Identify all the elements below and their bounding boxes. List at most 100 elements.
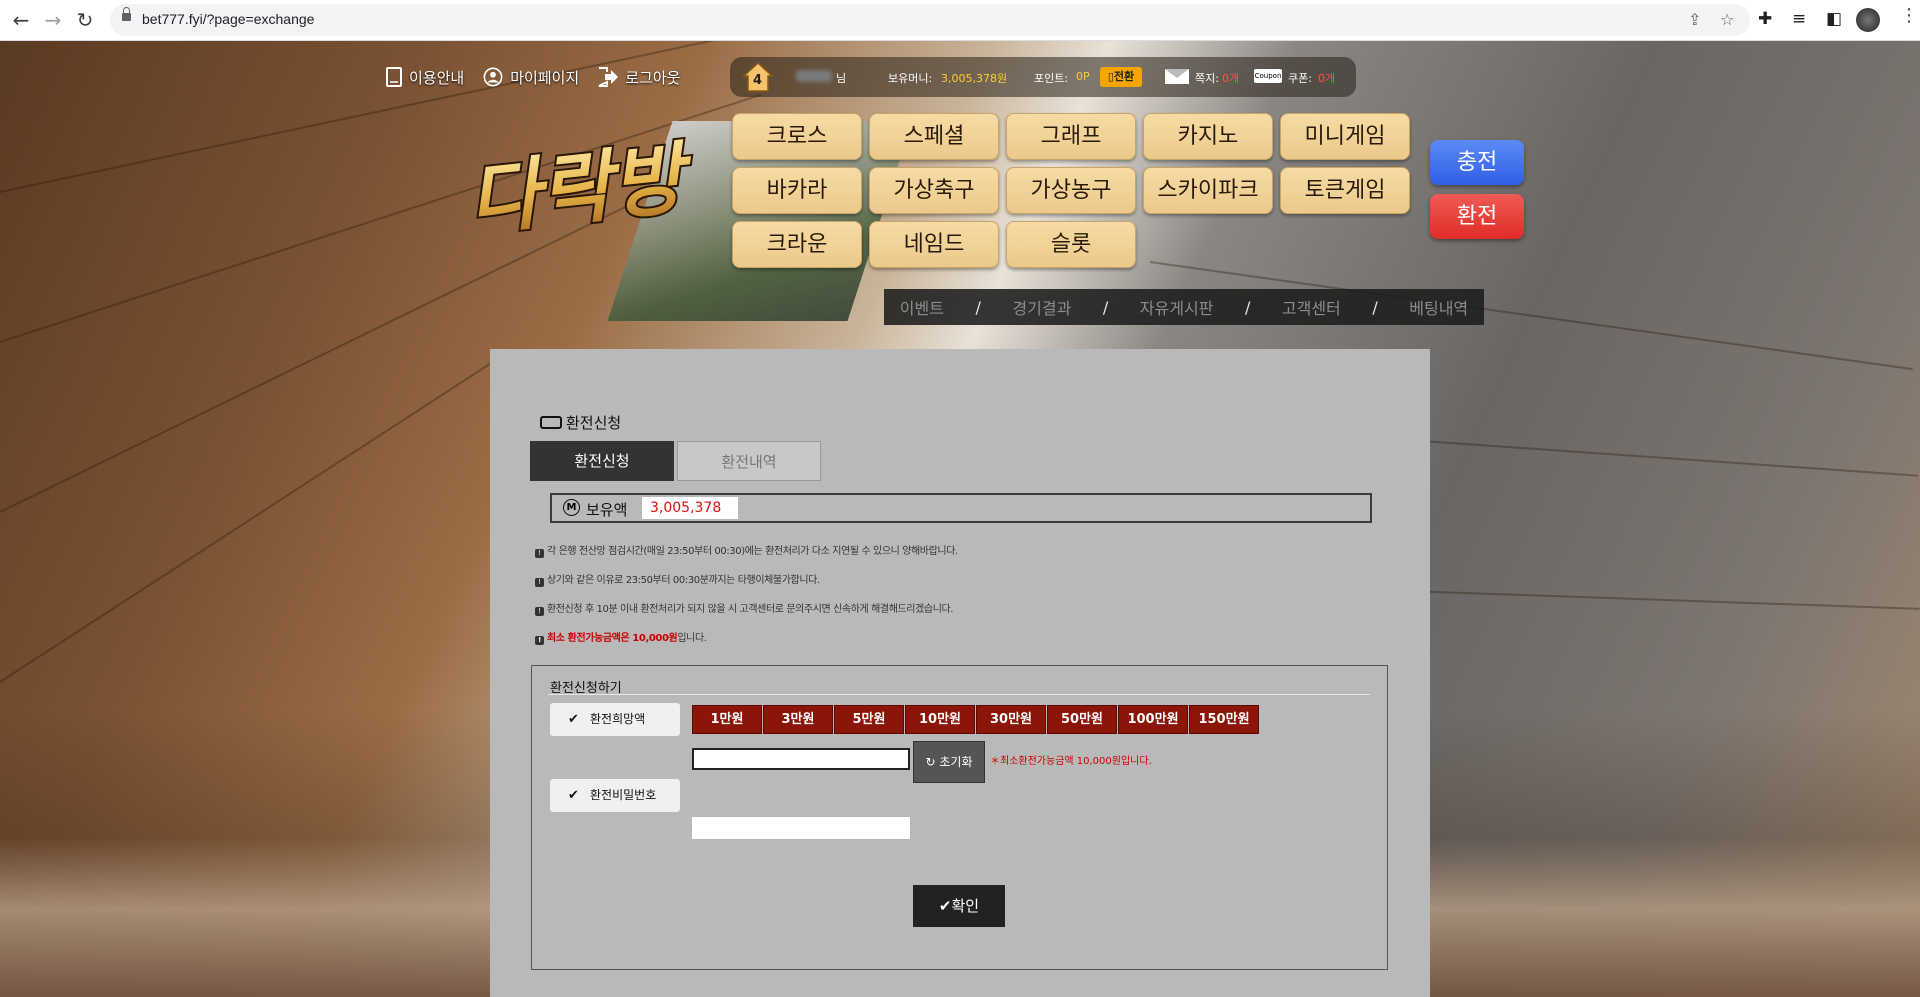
notice-bullet-icon: ! xyxy=(535,636,544,645)
media-queue-icon[interactable]: ≡ xyxy=(1792,9,1806,29)
subnav-separator: / xyxy=(1244,297,1251,317)
amount-button-1-5m[interactable]: 150만원 xyxy=(1189,705,1259,734)
exchange-password-input[interactable] xyxy=(692,817,910,839)
form-divider xyxy=(548,694,1370,695)
back-arrow-icon[interactable]: ← xyxy=(8,8,34,32)
game-button-token-game[interactable]: 토큰게임 xyxy=(1280,167,1410,214)
notice-line: ! 상기와 같은 이유로 23:50부터 00:30분까지는 타행이체불가합니다. xyxy=(535,571,820,587)
game-button-special[interactable]: 스페셜 xyxy=(869,113,999,160)
refresh-icon: ↻ xyxy=(925,755,940,769)
game-button-cross[interactable]: 크로스 xyxy=(732,113,862,160)
balance-value: 3,005,378 xyxy=(642,497,738,519)
notice-line: ! 각 은행 전산망 점검시간(매일 23:50부터 00:30)에는 환전처리가… xyxy=(535,542,958,558)
notice-text: 환전신청 후 10분 이내 환전처리가 되지 않을 시 고객센터로 문의주시면 … xyxy=(547,604,954,615)
guide-link[interactable]: 이용안내 xyxy=(385,65,464,89)
notice-min-suffix: 입니다. xyxy=(677,633,707,644)
coupon-count[interactable]: 0개 xyxy=(1318,70,1335,86)
subnav-event[interactable]: 이벤트 xyxy=(900,295,944,319)
address-bar[interactable]: bet777.fyi/?page=exchange ⇪ ☆ xyxy=(110,4,1750,36)
check-icon: ✔ xyxy=(568,788,579,803)
browser-toolbar: ← → ↻ bet777.fyi/?page=exchange ⇪ ☆ ✚ ≡ … xyxy=(0,0,1920,41)
game-button-graph[interactable]: 그래프 xyxy=(1006,113,1136,160)
min-amount-note: ＊최소환전가능금액 10,000원입니다. xyxy=(990,756,1152,767)
amount-button-30k[interactable]: 3만원 xyxy=(763,705,833,734)
notice-bullet-icon: ! xyxy=(535,607,544,616)
amount-button-10k[interactable]: 1만원 xyxy=(692,705,762,734)
charge-button[interactable]: 충전 xyxy=(1430,140,1524,185)
money-label: 보유머니: xyxy=(888,72,933,85)
exchange-form: 환전신청하기 ✔ 환전희망액 1만원 3만원 5만원 10만원 30만원 50만… xyxy=(531,665,1388,970)
reset-button[interactable]: ↻ 초기화 xyxy=(913,741,985,783)
subnav-free-board[interactable]: 자유게시판 xyxy=(1140,295,1214,319)
password-field-label: ✔ 환전비밀번호 xyxy=(550,779,680,812)
subnav-betting-history[interactable]: 베팅내역 xyxy=(1409,295,1468,319)
lock-icon xyxy=(122,7,131,21)
profile-avatar[interactable] xyxy=(1856,8,1880,32)
password-label-text: 환전비밀번호 xyxy=(590,788,657,802)
coupon-icon[interactable]: Coupon xyxy=(1254,69,1282,83)
point-value: 0P xyxy=(1076,70,1090,83)
logo-text: 다락방 xyxy=(464,133,699,246)
bookmark-star-icon[interactable]: ☆ xyxy=(1720,10,1734,29)
name-suffix: 님 xyxy=(836,72,847,85)
share-icon[interactable]: ⇪ xyxy=(1688,10,1701,29)
amount-button-1m[interactable]: 100만원 xyxy=(1118,705,1188,734)
point-label: 포인트: xyxy=(1034,72,1069,85)
browser-menu-icon[interactable]: ⋮ xyxy=(1900,5,1918,26)
coupon-label: 쿠폰: xyxy=(1288,72,1312,85)
section-title-text: 환전신청 xyxy=(566,414,622,432)
checkmark-icon: ✔ xyxy=(938,897,952,915)
user-name-redacted xyxy=(796,70,832,82)
forward-arrow-icon[interactable]: → xyxy=(40,8,66,32)
game-button-skypark[interactable]: 스카이파크 xyxy=(1143,167,1273,214)
confirm-label: 확인 xyxy=(951,897,980,915)
tab-exchange-request[interactable]: 환전신청 xyxy=(530,441,674,481)
exchange-button[interactable]: 환전 xyxy=(1430,194,1524,239)
game-button-baccarat[interactable]: 바카라 xyxy=(732,167,862,214)
amount-button-50k[interactable]: 5만원 xyxy=(834,705,904,734)
amount-label-text: 환전희망액 xyxy=(590,712,646,726)
amount-button-500k[interactable]: 50만원 xyxy=(1047,705,1117,734)
envelope-icon[interactable] xyxy=(1165,69,1189,84)
amount-button-300k[interactable]: 30만원 xyxy=(976,705,1046,734)
game-button-virtual-basketball[interactable]: 가상농구 xyxy=(1006,167,1136,214)
game-button-crown[interactable]: 크라운 xyxy=(732,221,862,268)
amount-input[interactable] xyxy=(692,748,910,770)
url-text[interactable]: bet777.fyi/?page=exchange xyxy=(142,11,314,27)
amount-button-100k[interactable]: 10만원 xyxy=(905,705,975,734)
notice-text: 상기와 같은 이유로 23:50부터 00:30분까지는 타행이체불가합니다. xyxy=(547,575,820,586)
balance-bar: M 보유액 3,005,378 xyxy=(550,493,1372,523)
message-count[interactable]: 0개 xyxy=(1222,70,1239,86)
mypage-link-label: 마이페이지 xyxy=(510,68,580,87)
check-icon: ✔ xyxy=(568,712,579,727)
game-button-virtual-soccer[interactable]: 가상축구 xyxy=(869,167,999,214)
site-logo[interactable]: 다락방 xyxy=(460,128,700,248)
amount-field-label: ✔ 환전희망액 xyxy=(550,703,680,736)
side-panel-icon[interactable]: ◧ xyxy=(1826,9,1842,29)
reset-label: 초기화 xyxy=(939,755,973,769)
sub-navigation: 이벤트 / 경기결과 / 자유게시판 / 고객센터 / 베팅내역 xyxy=(884,289,1484,325)
game-button-casino[interactable]: 카지노 xyxy=(1143,113,1273,160)
money-m-icon: M xyxy=(563,499,580,516)
point-swap-button[interactable]: ▯전환 xyxy=(1100,67,1142,87)
mypage-link[interactable]: 마이페이지 xyxy=(482,65,579,89)
exchange-panel: 환전신청 환전신청 환전내역 M 보유액 3,005,378 ! 각 은행 전산망… xyxy=(490,349,1430,997)
game-button-minigame[interactable]: 미니게임 xyxy=(1280,113,1410,160)
notice-text: 각 은행 전산망 점검시간(매일 23:50부터 00:30)에는 환전처리가 … xyxy=(547,546,958,557)
game-button-named[interactable]: 네임드 xyxy=(869,221,999,268)
subnav-results[interactable]: 경기결과 xyxy=(1012,295,1071,319)
reload-icon[interactable]: ↻ xyxy=(72,8,98,32)
guide-book-icon xyxy=(386,67,402,87)
guide-link-label: 이용안내 xyxy=(409,68,465,87)
logout-link[interactable]: 로그아웃 xyxy=(597,65,680,89)
tab-exchange-history[interactable]: 환전내역 xyxy=(677,441,821,481)
money-value: 3,005,378원 xyxy=(941,72,1008,85)
section-title: 환전신청 xyxy=(540,412,621,433)
subnav-separator: / xyxy=(1102,297,1109,317)
extensions-puzzle-icon[interactable]: ✚ xyxy=(1758,9,1772,29)
game-button-slot[interactable]: 슬롯 xyxy=(1006,221,1136,268)
user-icon xyxy=(483,67,503,87)
notice-line: ! 환전신청 후 10분 이내 환전처리가 되지 않을 시 고객센터로 문의주시면… xyxy=(535,600,953,616)
confirm-button[interactable]: ✔확인 xyxy=(913,885,1005,927)
subnav-customer-center[interactable]: 고객센터 xyxy=(1282,295,1341,319)
